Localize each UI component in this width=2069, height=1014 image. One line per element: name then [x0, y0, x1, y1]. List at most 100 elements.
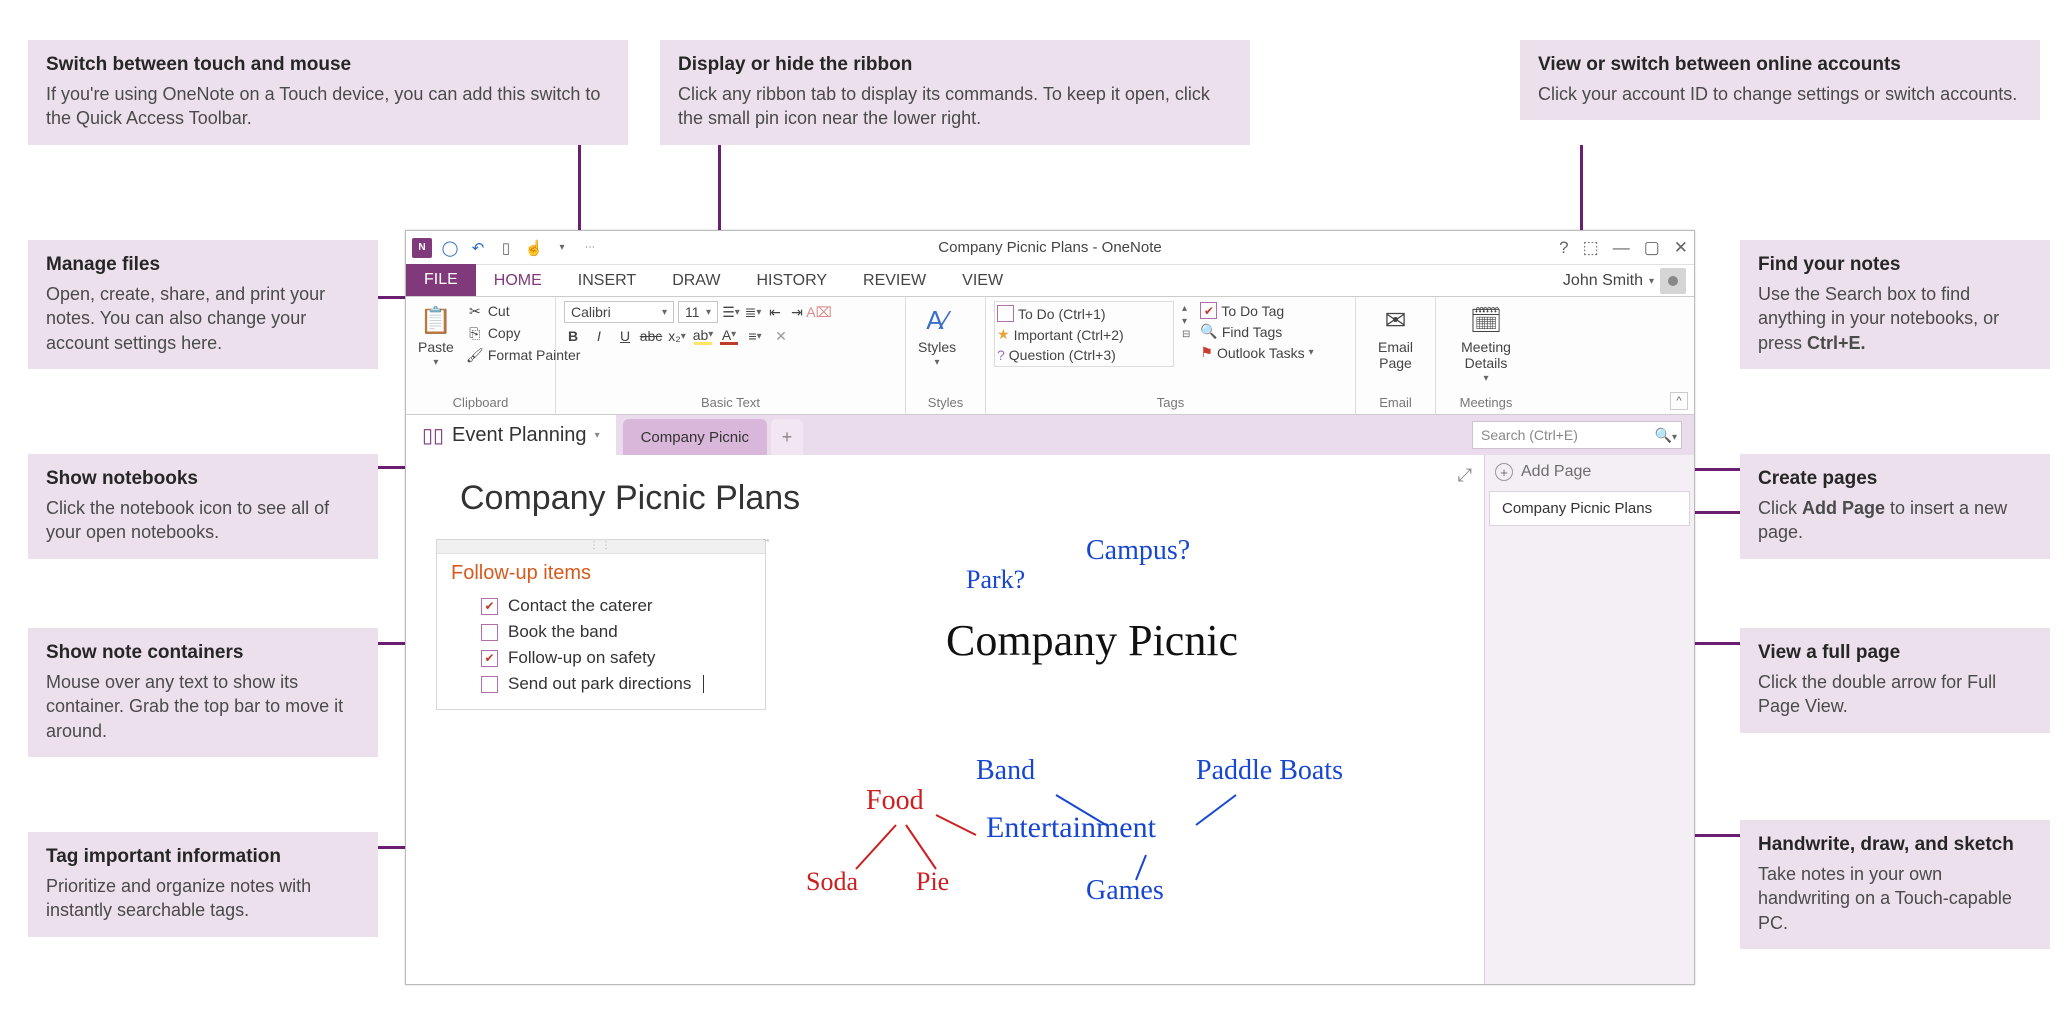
minimize-icon[interactable]: — — [1613, 238, 1630, 258]
callout-body: Mouse over any text to show its containe… — [46, 670, 360, 743]
tab-insert[interactable]: INSERT — [560, 266, 654, 296]
tag-gallery-more[interactable]: ⊟ — [1182, 329, 1190, 340]
note-container-gripper[interactable] — [437, 540, 765, 554]
tab-file[interactable]: FILE — [406, 264, 476, 296]
italic-icon[interactable]: I — [590, 327, 608, 345]
todo-checkbox[interactable] — [481, 598, 498, 615]
add-section-button[interactable]: + — [771, 419, 803, 455]
callout-tag-info: Tag important information Prioritize and… — [28, 832, 378, 937]
qat-customize-dropdown[interactable]: ▾ — [552, 238, 572, 258]
tag-important[interactable]: ★Important (Ctrl+2) — [995, 325, 1173, 344]
tag-question[interactable]: ?Question (Ctrl+3) — [995, 346, 1173, 364]
indent-icon[interactable]: ⇥ — [788, 303, 806, 321]
ink-text: Entertainment — [986, 811, 1156, 845]
clear-formatting-icon[interactable]: A⌧ — [810, 303, 828, 321]
ribbon: 📋 Paste ▾ ✂Cut ⎘Copy 🖌Format Painter Cli… — [406, 297, 1694, 415]
tab-review[interactable]: REVIEW — [845, 266, 944, 296]
callout-show-notebooks: Show notebooks Click the notebook icon t… — [28, 454, 378, 559]
tab-history[interactable]: HISTORY — [738, 266, 845, 296]
tab-home[interactable]: HOME — [476, 266, 560, 296]
page-canvas[interactable]: Company Picnic Plans ⤢ ↔ Follow-up items… — [406, 455, 1484, 984]
find-tags-button[interactable]: 🔍Find Tags — [1198, 322, 1315, 341]
callout-full-page: View a full page Click the double arrow … — [1740, 628, 2050, 733]
font-name: Calibri — [571, 304, 611, 320]
ribbon-display-options-icon[interactable]: ⬚ — [1583, 238, 1599, 258]
outdent-icon[interactable]: ⇤ — [766, 303, 784, 321]
account-switcher[interactable]: John Smith ▾ — [1563, 268, 1686, 294]
add-page-label: Add Page — [1521, 463, 1591, 481]
callout-create-pages: Create pages Click Add Page to insert a … — [1740, 454, 2050, 559]
todo-item[interactable]: Book the band — [481, 619, 751, 645]
todo-item[interactable]: Contact the caterer — [481, 593, 751, 619]
strikethrough-icon[interactable]: abc — [642, 327, 660, 345]
undo-icon[interactable]: ↶ — [468, 238, 488, 258]
todo-text[interactable]: Book the band — [508, 622, 618, 642]
close-icon[interactable]: ✕ — [1674, 238, 1688, 258]
todo-text[interactable]: Send out park directions — [508, 674, 691, 694]
todo-text[interactable]: Follow-up on safety — [508, 648, 655, 668]
ink-title: Company Picnic — [946, 615, 1238, 666]
search-placeholder: Search (Ctrl+E) — [1481, 427, 1578, 443]
underline-icon[interactable]: U — [616, 327, 634, 345]
subscript-icon[interactable]: x₂▾ — [668, 327, 686, 345]
section-tab[interactable]: Company Picnic — [623, 419, 767, 455]
section-name: Company Picnic — [641, 429, 749, 446]
callout-title: Switch between touch and mouse — [46, 54, 610, 76]
callout-handwrite: Handwrite, draw, and sketch Take notes i… — [1740, 820, 2050, 949]
font-color-icon[interactable]: A▾ — [720, 327, 738, 345]
paste-button[interactable]: 📋 Paste ▾ — [414, 301, 458, 370]
ink-text: Soda — [806, 867, 858, 897]
group-label: Email — [1364, 393, 1427, 412]
add-page-button[interactable]: + Add Page — [1485, 455, 1694, 489]
tag-gallery-up[interactable]: ▴ — [1182, 303, 1190, 314]
tag-gallery-down[interactable]: ▾ — [1182, 316, 1190, 327]
tab-draw[interactable]: DRAW — [654, 266, 738, 296]
todo-text[interactable]: Contact the caterer — [508, 596, 653, 616]
todo-checkbox[interactable] — [481, 650, 498, 667]
search-icon: 🔍▾ — [1655, 427, 1677, 444]
delete-icon[interactable]: ✕ — [772, 327, 790, 345]
align-icon[interactable]: ≡▾ — [746, 327, 764, 345]
dock-icon[interactable]: ▯ — [496, 238, 516, 258]
account-name-text: John Smith — [1563, 272, 1643, 290]
email-label: Email Page — [1368, 339, 1423, 371]
callout-body: Take notes in your own handwriting on a … — [1758, 862, 2032, 935]
todo-item[interactable]: Send out park directions — [481, 671, 751, 697]
note-container[interactable]: ↔ Follow-up items Contact the caterer Bo… — [436, 539, 766, 710]
email-page-button[interactable]: ✉ Email Page — [1364, 301, 1427, 373]
outlook-tasks-button[interactable]: ⚑Outlook Tasks▾ — [1198, 343, 1315, 362]
font-size-select[interactable]: 11▾ — [678, 301, 718, 323]
callout-title: Show note containers — [46, 642, 360, 664]
flag-icon: ⚑ — [1200, 344, 1213, 361]
tab-view[interactable]: VIEW — [944, 266, 1021, 296]
callout-title: Show notebooks — [46, 468, 360, 490]
tag-label: Outlook Tasks — [1217, 345, 1305, 361]
ribbon-group-basic-text: Calibri▾ 11▾ ☰▾ ≣▾ ⇤ ⇥ A⌧ B I U abc x₂▾ … — [556, 297, 906, 414]
todo-checkbox[interactable] — [481, 676, 498, 693]
bullets-icon[interactable]: ☰▾ — [722, 303, 740, 321]
notebook-selector[interactable]: ▯▯ Event Planning ▾ — [406, 415, 617, 455]
content-area: Company Picnic Plans ⤢ ↔ Follow-up items… — [406, 455, 1694, 984]
page-title[interactable]: Company Picnic Plans — [460, 479, 800, 518]
callout-ribbon-hide: Display or hide the ribbon Click any rib… — [660, 40, 1250, 145]
qat-overflow[interactable]: ⋯ — [580, 238, 600, 258]
tag-todo[interactable]: To Do (Ctrl+1) — [995, 304, 1173, 323]
page-list-item[interactable]: Company Picnic Plans — [1489, 491, 1690, 526]
search-input[interactable]: Search (Ctrl+E) 🔍▾ — [1472, 421, 1682, 449]
todo-checkbox[interactable] — [481, 624, 498, 641]
collapse-ribbon-button[interactable]: ^ — [1670, 392, 1688, 410]
todo-item[interactable]: Follow-up on safety — [481, 645, 751, 671]
numbering-icon[interactable]: ≣▾ — [744, 303, 762, 321]
help-icon[interactable]: ? — [1559, 238, 1568, 258]
font-name-select[interactable]: Calibri▾ — [564, 301, 674, 323]
maximize-icon[interactable]: ▢ — [1644, 238, 1660, 258]
full-page-view-button[interactable]: ⤢ — [1458, 465, 1472, 486]
bold-icon[interactable]: B — [564, 327, 582, 345]
highlight-icon[interactable]: ab▾ — [694, 327, 712, 345]
back-icon[interactable]: ◯ — [440, 238, 460, 258]
meeting-details-button[interactable]: 🗓 Meeting Details ▾ — [1444, 301, 1528, 386]
todo-tag-button[interactable]: To Do Tag — [1198, 301, 1315, 320]
note-title[interactable]: Follow-up items — [437, 554, 765, 589]
touch-mouse-toggle-icon[interactable]: ☝ — [524, 238, 544, 258]
styles-button[interactable]: A⁄ Styles ▾ — [914, 301, 960, 370]
